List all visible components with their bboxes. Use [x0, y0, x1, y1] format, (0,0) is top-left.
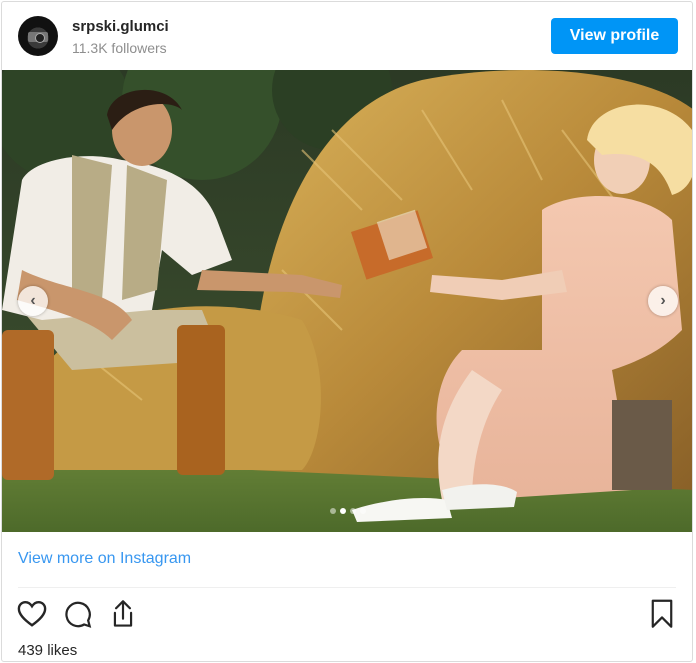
username[interactable]: srpski.glumci [72, 18, 169, 35]
carousel-indicators [330, 508, 366, 514]
carousel-next-button[interactable]: › [648, 286, 678, 316]
carousel-dot [350, 508, 356, 514]
carousel-dot [360, 508, 366, 514]
followers-count: 11.3K followers [72, 40, 167, 56]
carousel-dot [330, 508, 336, 514]
divider [18, 587, 676, 588]
action-bar [2, 594, 692, 634]
post-image [2, 70, 692, 532]
carousel-prev-button[interactable]: ‹ [18, 286, 48, 316]
likes-count: 439 likes [18, 642, 78, 659]
view-more-link[interactable]: View more on Instagram [18, 550, 191, 568]
view-profile-button[interactable]: View profile [551, 18, 678, 54]
bookmark-icon[interactable] [646, 598, 678, 630]
chevron-left-icon: ‹ [30, 292, 36, 309]
post-photo[interactable]: ‹ › [2, 70, 692, 532]
carousel-dot-active [340, 508, 346, 514]
heart-icon[interactable] [16, 598, 48, 630]
profile-avatar[interactable] [18, 16, 58, 56]
chevron-right-icon: › [660, 292, 666, 309]
post-header: srpski.glumci 11.3K followers View profi… [2, 2, 692, 70]
instagram-embed-card: srpski.glumci 11.3K followers View profi… [1, 1, 693, 662]
comment-icon[interactable] [62, 598, 94, 630]
camera-lens [35, 33, 45, 43]
share-icon[interactable] [107, 598, 139, 630]
